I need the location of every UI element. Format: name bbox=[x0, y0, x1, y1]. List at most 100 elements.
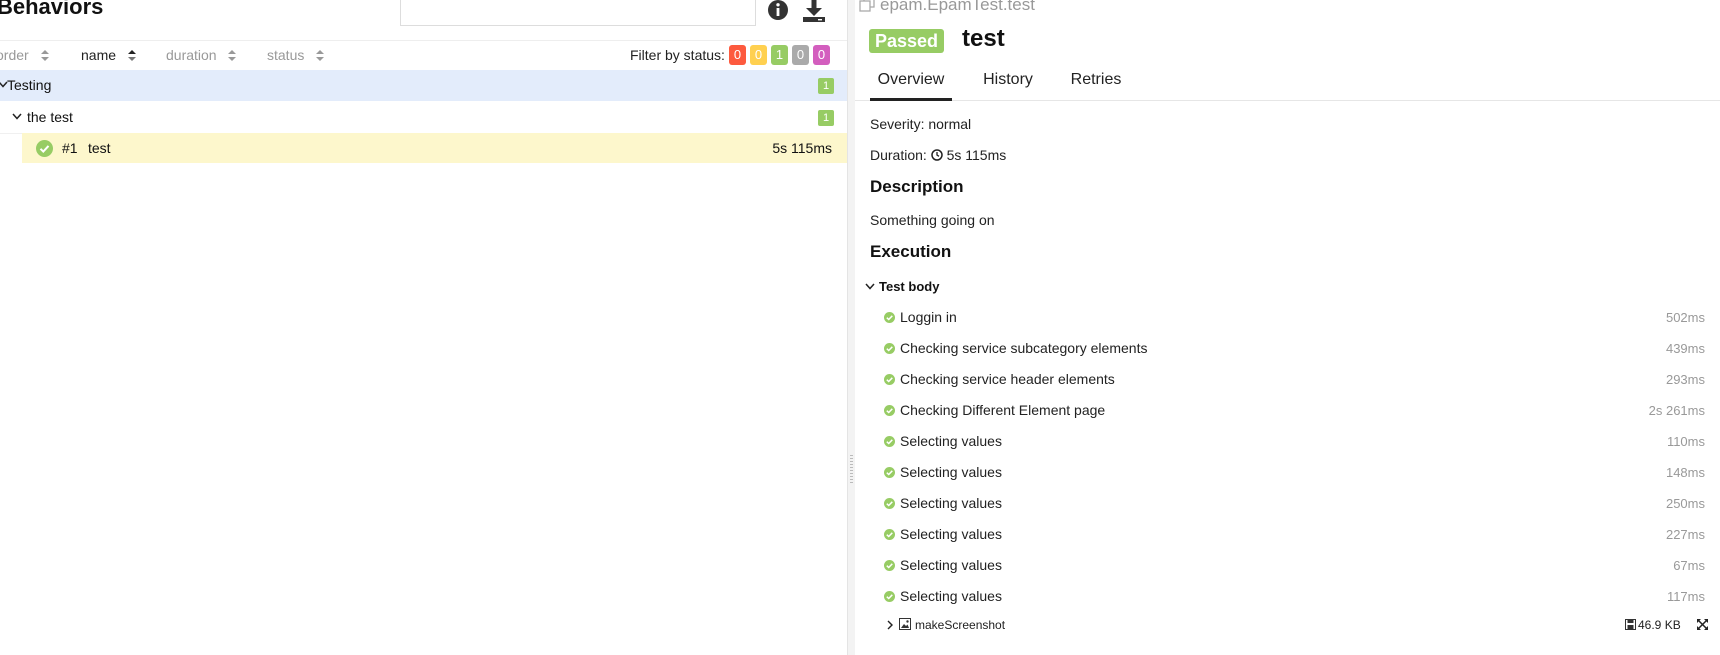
passed-check-icon bbox=[884, 498, 895, 509]
test-body-label: Test body bbox=[879, 279, 940, 294]
passed-check-icon bbox=[884, 467, 895, 478]
filter-failed-badge[interactable]: 0 bbox=[729, 45, 746, 65]
test-case-row[interactable]: #1 test 5s 115ms bbox=[22, 133, 847, 163]
tree-group-label: Testing bbox=[7, 77, 52, 93]
step-list: Loggin in 502ms Checking service subcatego… bbox=[855, 302, 1720, 612]
attachment-size: 46.9 KB bbox=[1638, 618, 1681, 632]
test-result-pane: epam.EpamTest.test Passed test Overview … bbox=[855, 0, 1720, 655]
description-text: Something going on bbox=[870, 212, 995, 228]
sort-icon bbox=[228, 49, 237, 61]
sort-icon bbox=[316, 49, 325, 61]
test-title: test bbox=[962, 25, 1005, 52]
chevron-down-icon bbox=[12, 113, 22, 120]
full-name-text: epam.EpamTest.test bbox=[880, 0, 1035, 14]
step-row[interactable]: Selecting values 110ms bbox=[855, 426, 1720, 457]
step-name: Selecting values bbox=[900, 557, 1002, 573]
step-row[interactable]: Selecting values 148ms bbox=[855, 457, 1720, 488]
status-badge: Passed bbox=[869, 29, 945, 53]
test-body-toggle[interactable]: Test body bbox=[865, 279, 939, 295]
copy-icon bbox=[859, 0, 875, 12]
step-row[interactable]: Checking service subcategory elements 439… bbox=[855, 333, 1720, 364]
step-name: Checking service header elements bbox=[900, 371, 1115, 387]
step-row[interactable]: Selecting values 117ms bbox=[855, 581, 1720, 612]
filter-broken-badge[interactable]: 0 bbox=[750, 45, 767, 65]
step-duration: 2s 261ms bbox=[1648, 403, 1705, 418]
tab-history[interactable]: History bbox=[966, 64, 1050, 98]
sort-label: name bbox=[81, 47, 117, 63]
step-name: Selecting values bbox=[900, 588, 1002, 604]
passed-check-icon bbox=[884, 374, 895, 385]
attachment-row[interactable]: makeScreenshot 46.9 KB bbox=[855, 615, 1720, 635]
step-row[interactable]: Checking service header elements 293ms bbox=[855, 364, 1720, 395]
count-badge: 1 bbox=[818, 78, 834, 94]
tab-retries[interactable]: Retries bbox=[1058, 64, 1134, 98]
passed-check-icon bbox=[884, 312, 895, 323]
behaviors-pane: Behaviors order name duration s bbox=[0, 0, 847, 655]
step-name: Loggin in bbox=[900, 309, 957, 325]
sort-label: order bbox=[0, 47, 29, 63]
step-duration: 502ms bbox=[1665, 310, 1705, 325]
step-row[interactable]: Loggin in 502ms bbox=[855, 302, 1720, 333]
step-duration: 250ms bbox=[1665, 496, 1705, 511]
save-icon bbox=[1625, 619, 1636, 630]
pane-title: Behaviors bbox=[0, 0, 104, 19]
step-row[interactable]: Selecting values 227ms bbox=[855, 519, 1720, 550]
passed-check-icon bbox=[884, 591, 895, 602]
tab-bar: Overview History Retries bbox=[855, 64, 1720, 101]
sort-status[interactable]: status bbox=[267, 41, 325, 70]
step-duration: 227ms bbox=[1665, 527, 1705, 542]
step-row[interactable]: Checking Different Element page 2s 261ms bbox=[855, 395, 1720, 426]
step-name: Selecting values bbox=[900, 433, 1002, 449]
chevron-right-icon bbox=[887, 620, 893, 630]
info-button[interactable] bbox=[766, 0, 792, 24]
chevron-down-icon bbox=[865, 283, 875, 290]
execution-heading: Execution bbox=[870, 242, 952, 261]
passed-check-icon bbox=[884, 343, 895, 354]
info-icon bbox=[768, 0, 788, 20]
step-row[interactable]: Selecting values 250ms bbox=[855, 488, 1720, 519]
splitter-grip bbox=[850, 455, 853, 485]
step-name: Checking service subcategory elements bbox=[900, 340, 1148, 356]
description-heading: Description bbox=[870, 177, 964, 196]
passed-check-icon bbox=[884, 436, 895, 447]
sort-icon bbox=[127, 49, 136, 61]
severity: Severity: normal bbox=[870, 116, 972, 132]
step-duration: 67ms bbox=[1673, 558, 1705, 573]
sort-duration[interactable]: duration bbox=[166, 41, 237, 70]
sort-icon bbox=[40, 49, 49, 61]
tree-group-label: the test bbox=[27, 109, 73, 125]
step-duration: 439ms bbox=[1665, 341, 1705, 356]
sort-order[interactable]: order bbox=[0, 41, 49, 70]
step-name: Selecting values bbox=[900, 526, 1002, 542]
full-name: epam.EpamTest.test bbox=[859, 0, 1035, 15]
image-icon bbox=[899, 618, 911, 630]
sort-label: status bbox=[267, 47, 305, 63]
tab-overview[interactable]: Overview bbox=[870, 64, 952, 101]
download-icon bbox=[803, 0, 825, 22]
step-duration: 148ms bbox=[1665, 465, 1705, 480]
search-input[interactable] bbox=[400, 0, 756, 26]
step-row[interactable]: Selecting values 67ms bbox=[855, 550, 1720, 581]
duration: Duration: 5s 115ms bbox=[870, 147, 1006, 163]
filter-skipped-badge[interactable]: 0 bbox=[792, 45, 809, 65]
tree-group-story[interactable]: the test 1 bbox=[0, 102, 847, 134]
step-duration: 110ms bbox=[1666, 434, 1705, 449]
download-button[interactable] bbox=[801, 0, 827, 24]
step-duration: 117ms bbox=[1666, 589, 1705, 604]
filter-unknown-badge[interactable]: 0 bbox=[813, 45, 830, 65]
sort-name[interactable]: name bbox=[81, 41, 136, 70]
test-name: test bbox=[88, 140, 111, 156]
step-name: Checking Different Element page bbox=[900, 402, 1106, 418]
count-badge: 1 bbox=[818, 110, 834, 126]
passed-check-icon bbox=[884, 405, 895, 416]
step-name: Selecting values bbox=[900, 464, 1002, 480]
filter-label: Filter by status: bbox=[630, 47, 725, 63]
attachment-name: makeScreenshot bbox=[915, 618, 1006, 632]
filter-passed-badge[interactable]: 1 bbox=[771, 45, 788, 65]
duration-label: Duration: bbox=[870, 147, 927, 163]
step-name: Selecting values bbox=[900, 495, 1002, 511]
tree-group-feature[interactable]: Testing 1 bbox=[0, 70, 847, 101]
duration-value: 5s 115ms bbox=[946, 147, 1007, 163]
passed-check-icon bbox=[884, 560, 895, 571]
expand-icon[interactable] bbox=[1696, 618, 1709, 631]
